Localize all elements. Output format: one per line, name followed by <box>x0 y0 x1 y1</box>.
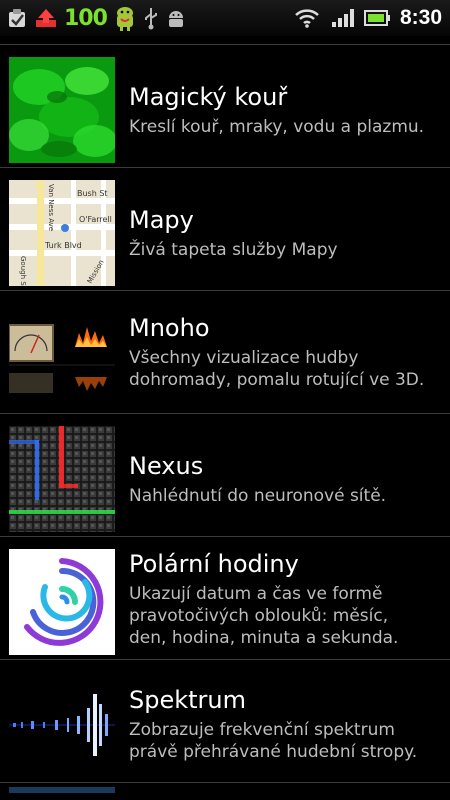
wallpaper-item-nexus[interactable]: Nexus Nahlédnutí do neuronové sítě. <box>0 414 450 537</box>
wallpaper-text: Mnoho Všechny vizualizace hudby dohromad… <box>129 313 442 391</box>
live-wallpaper-list[interactable]: Magický kouř Kreslí kouř, mraky, vodu a … <box>0 36 450 800</box>
status-bar: 100 8:30 <box>0 0 450 36</box>
wallpaper-description: Živá tapeta služby Mapy <box>129 240 338 260</box>
battery-icon <box>363 8 390 28</box>
wallpaper-item-mnoho[interactable]: Mnoho Všechny vizualizace hudby dohromad… <box>0 291 450 414</box>
list-divider <box>0 36 450 45</box>
nexus-thumbnail <box>9 426 115 532</box>
wallpaper-text: Spektrum Zobrazuje frekvenční spektrum p… <box>129 685 442 763</box>
magic-smoke-thumbnail <box>9 57 115 163</box>
wallpaper-item-maps[interactable]: Van Ness Ave Bush St O'Farrell Turk Blvd… <box>0 168 450 291</box>
spectrum-thumbnail <box>9 672 115 778</box>
battery-percent-text: 100 <box>64 5 108 31</box>
map-label: Turk Blvd <box>44 241 82 250</box>
partial-thumbnail <box>9 787 115 793</box>
map-label: Van Ness Ave <box>47 184 55 231</box>
usb-icon <box>143 6 159 30</box>
system-status-area: 8:30 <box>294 4 442 32</box>
wallpaper-item-polar-clock[interactable]: Polární hodiny Ukazují datum a čas ve fo… <box>0 537 450 660</box>
notification-area: 100 <box>6 4 187 32</box>
wallpaper-item-spectrum[interactable]: Spektrum Zobrazuje frekvenční spektrum p… <box>0 660 450 783</box>
maps-thumbnail: Van Ness Ave Bush St O'Farrell Turk Blvd… <box>9 180 115 286</box>
wifi-icon <box>294 7 320 29</box>
wallpaper-title: Polární hodiny <box>129 550 299 578</box>
wallpaper-item-magic-smoke[interactable]: Magický kouř Kreslí kouř, mraky, vodu a … <box>0 45 450 168</box>
clock: 8:30 <box>399 6 442 29</box>
android-mascot-icon <box>113 4 137 32</box>
map-label: Bush St <box>77 189 108 198</box>
wallpaper-description: Všechny vizualizace hudby dohromady, pom… <box>129 348 425 390</box>
wallpaper-title: Mnoho <box>129 314 210 342</box>
android-debug-icon <box>165 7 187 29</box>
wallpaper-title: Magický kouř <box>129 83 288 111</box>
wallpaper-description: Nahlédnutí do neuronové sítě. <box>129 486 387 506</box>
wallpaper-text: Nexus Nahlédnutí do neuronové sítě. <box>129 451 442 507</box>
wallpaper-title: Spektrum <box>129 686 246 714</box>
wallpaper-title: Nexus <box>129 452 204 480</box>
checklist-icon <box>6 7 28 29</box>
wallpaper-description: Zobrazuje frekvenční spektrum právě přeh… <box>129 720 418 762</box>
wallpaper-description: Kreslí kouř, mraky, vodu a plazmu. <box>129 117 425 137</box>
mnoho-thumbnail <box>9 303 115 409</box>
signal-icon <box>330 7 354 29</box>
map-label: O'Farrell <box>79 215 112 224</box>
wallpaper-title: Mapy <box>129 206 194 234</box>
wallpaper-description: Ukazují datum a čas ve formě pravotočivý… <box>129 584 399 648</box>
wallpaper-text: Polární hodiny Ukazují datum a čas ve fo… <box>129 549 442 649</box>
upload-icon <box>34 7 58 29</box>
wallpaper-text: Mapy Živá tapeta služby Mapy <box>129 205 442 261</box>
wallpaper-text: Magický kouř Kreslí kouř, mraky, vodu a … <box>129 82 442 138</box>
polar-clock-thumbnail <box>9 549 115 655</box>
wallpaper-item-partial[interactable] <box>0 783 450 793</box>
map-label: Gough St <box>19 256 27 286</box>
